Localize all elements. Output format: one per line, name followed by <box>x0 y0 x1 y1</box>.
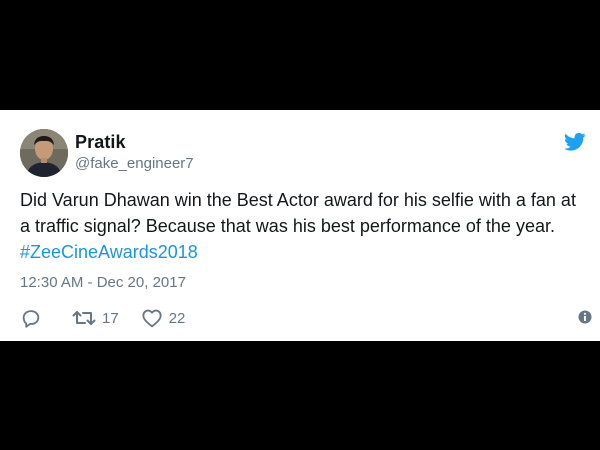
tweet-body-text: Did Varun Dhawan win the Best Actor awar… <box>20 190 576 236</box>
like-button[interactable]: 22 <box>141 308 186 328</box>
tweet-timestamp[interactable]: 12:30 AM - Dec 20, 2017 <box>20 274 186 291</box>
twitter-bird-icon[interactable] <box>564 132 586 152</box>
reply-icon <box>22 310 40 328</box>
avatar[interactable] <box>20 129 68 177</box>
author-handle[interactable]: @fake_engineer7 <box>75 155 194 172</box>
tweet-text: Did Varun Dhawan win the Best Actor awar… <box>20 187 590 265</box>
tweet-actions: 17 22 <box>20 307 185 329</box>
like-count: 22 <box>168 309 186 327</box>
screenshot-frame: Pratik @fake_engineer7 Did Varun Dhawan … <box>0 0 600 450</box>
hashtag-link[interactable]: #ZeeCineAwards2018 <box>20 242 198 262</box>
retweet-count: 17 <box>102 309 119 327</box>
author-display-name[interactable]: Pratik <box>75 132 126 153</box>
avatar-photo <box>20 129 68 177</box>
heart-icon <box>142 309 162 328</box>
tweet-card: Pratik @fake_engineer7 Did Varun Dhawan … <box>0 110 600 341</box>
retweet-icon <box>72 311 96 325</box>
retweet-button[interactable]: 17 <box>72 308 119 328</box>
info-icon[interactable] <box>578 310 592 324</box>
reply-button[interactable] <box>20 307 42 329</box>
